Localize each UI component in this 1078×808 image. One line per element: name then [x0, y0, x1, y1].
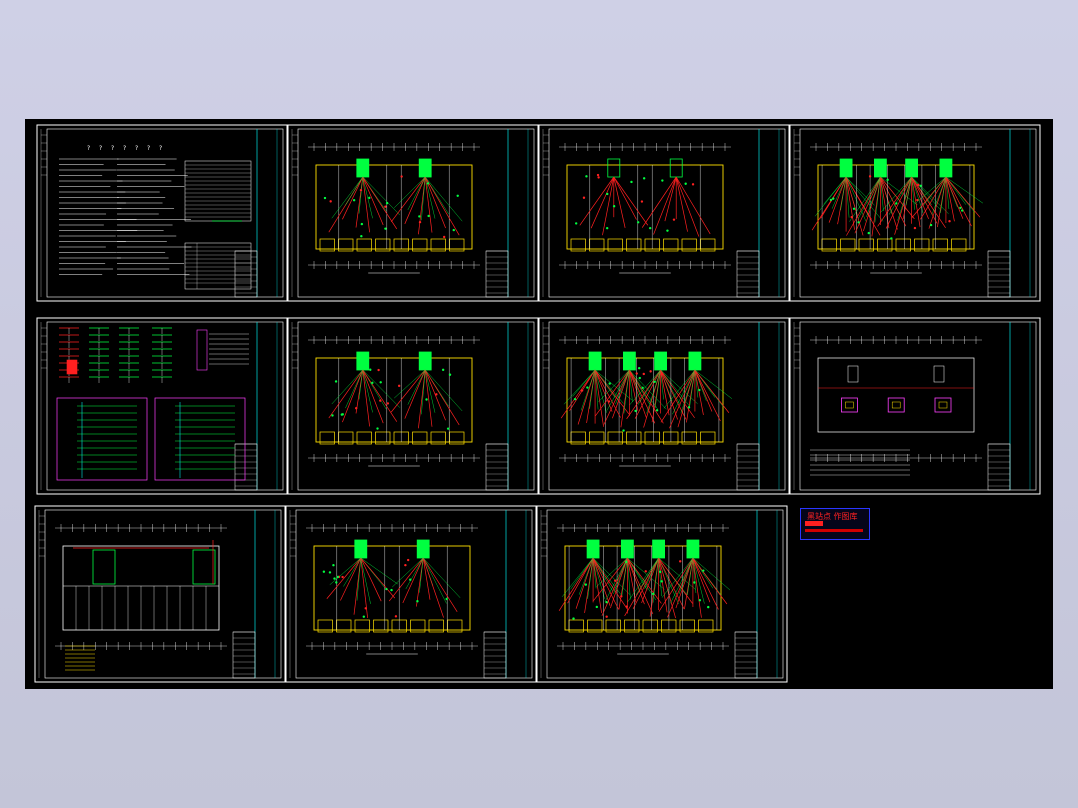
drawing-sheet-9	[34, 505, 286, 683]
drawing-sheet-8	[789, 317, 1041, 495]
drawing-sheet-5	[36, 317, 288, 495]
cad-model-space[interactable]: ??????? 黑站点 作图库	[25, 119, 1053, 689]
svg-text:?: ?	[147, 145, 150, 152]
drawing-sheet-11	[536, 505, 788, 683]
svg-text:?: ?	[123, 145, 126, 152]
svg-text:?: ?	[159, 145, 162, 152]
drawing-sheet-4	[789, 124, 1041, 302]
drawing-sheet-2	[287, 124, 539, 302]
drawing-sheet-1: ???????	[36, 124, 288, 302]
drawing-sheet-6	[287, 317, 539, 495]
drawing-sheet-10	[285, 505, 537, 683]
drawing-sheets: ???????	[34, 124, 1041, 683]
svg-text:?: ?	[111, 145, 114, 152]
stamp-bar-2	[805, 529, 863, 532]
svg-text:?: ?	[87, 145, 90, 152]
drawing-sheet-3	[538, 124, 790, 302]
stamp-bar	[805, 521, 823, 526]
svg-text:?: ?	[99, 145, 102, 152]
watermark-stamp: 黑站点 作图库	[800, 508, 870, 540]
svg-text:?: ?	[135, 145, 138, 152]
drawing-sheet-7	[538, 317, 790, 495]
